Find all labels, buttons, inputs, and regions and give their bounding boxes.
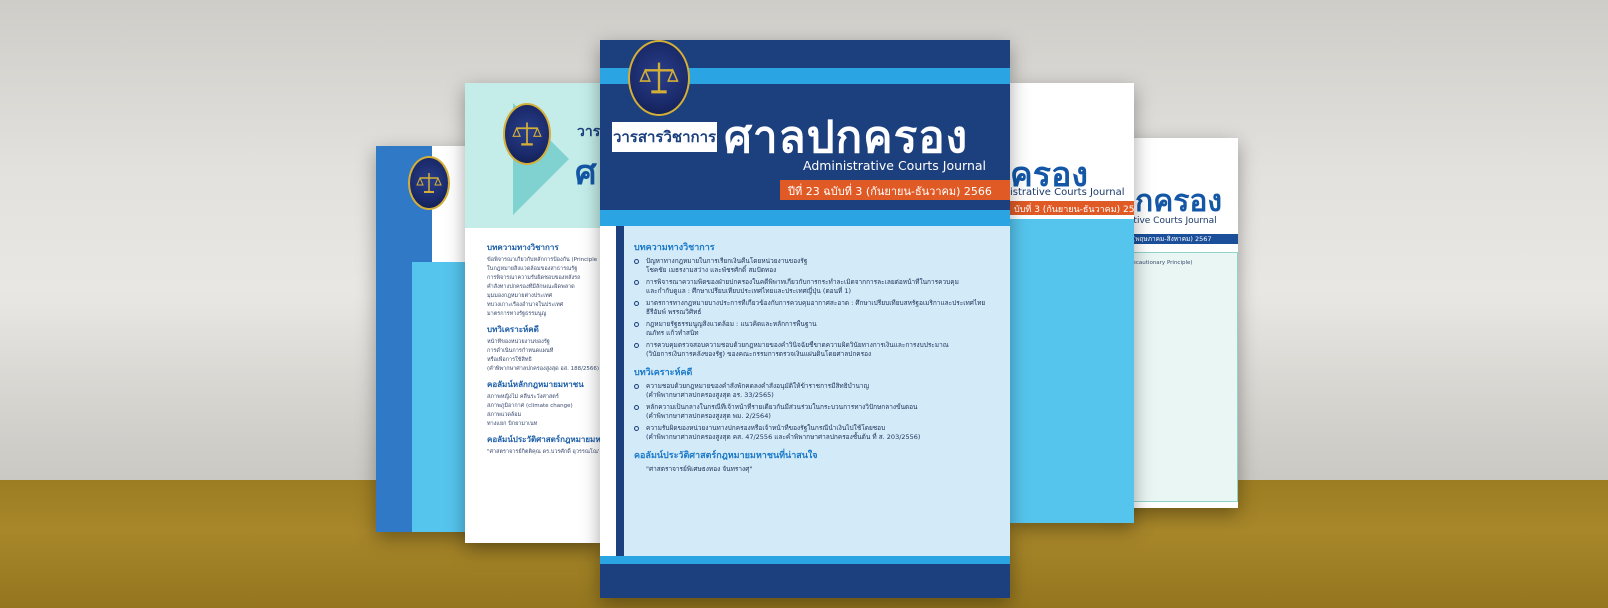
toc-line: หรือเพื่อการใช้สิทธิ bbox=[487, 357, 532, 363]
bullet-icon bbox=[634, 343, 639, 348]
toc-heading: บทวิเคราะห์คดี bbox=[487, 325, 539, 334]
journal-subtitle: Administrative Courts Journal bbox=[802, 158, 986, 173]
toc-item-title: การพิจารณาความพิดของฝ่ายปกครองในคดีพิพาท… bbox=[646, 278, 959, 286]
bullet-icon bbox=[634, 426, 639, 431]
toc-heading: คอลัมน์ประวัติศาสตร์กฎหมายมหาชนที่ bbox=[487, 435, 605, 444]
toc-heading: บทความทางวิชาการ bbox=[487, 243, 559, 252]
toc-item-author: (วินัยการเงินการคลังของรัฐ) ของคณะกรรมกา… bbox=[646, 350, 872, 358]
toc-item: "ศาสตราจารย์พิเศษธงทอง จันทรางศุ" bbox=[634, 465, 1004, 474]
toc-line: (คำพิพากษาศาลปกครองสูงสุด อส. 188/2566) bbox=[487, 366, 599, 372]
cover-toc: บทความทางวิชาการ ข้อพิจารณาเกี่ยวกับหลัก… bbox=[481, 233, 605, 533]
toc-item-title: "ศาสตราจารย์พิเศษธงทอง จันทรางศุ" bbox=[646, 465, 753, 473]
toc-item-title: การควบคุมตรวจสอบความชอบด้วยกฎหมายของคำวิ… bbox=[646, 341, 949, 349]
toc-line: ในกฎหมายสิ่งแวดล้อมของสาธารณรัฐ bbox=[487, 266, 578, 272]
toc-line: ทางแยก บิกยามาเนท bbox=[487, 421, 538, 427]
bullet-icon bbox=[634, 384, 639, 389]
scales-of-justice-seal-icon bbox=[503, 103, 551, 165]
toc-line: สภาพหญิงไม่ คลื่นระวังศาสตร์ bbox=[487, 394, 559, 400]
toc-line: ทบวงเกาะเรื่องอำนาจในประเทศ bbox=[487, 302, 564, 308]
scales-of-justice-seal-icon bbox=[408, 156, 450, 210]
toc-line: สภาพแวดล้อม bbox=[487, 412, 522, 418]
toc-line: มาตรการทางรัฐธรรมนูญ bbox=[487, 311, 547, 317]
cover-content-panel: (Precautionary Principle) bbox=[1118, 252, 1238, 502]
toc-section-heading: บทความทางวิชาการ bbox=[634, 243, 715, 253]
journal-cover-mid-right: ครอง istrative Courts Journal บับที่ 3 (… bbox=[1010, 83, 1134, 523]
cover-volume: บับที่ 3 (กันยายน-ธันวาคม) 2565 bbox=[1014, 205, 1134, 215]
journal-cover-mid-left: วาร ศ บทความทางวิชาการ ข้อพิจารณาเกี่ยวก… bbox=[465, 83, 605, 543]
toc-line: การพิจารณาความรับผิดชอบของหลังรถ bbox=[487, 275, 581, 281]
toc-line: มุมมองกฎหมายต่างประเทศ bbox=[487, 293, 553, 299]
toc-item: ความชอบด้วยกฎหมายของคำสั่งพักคดลงคำสั่งอ… bbox=[634, 382, 1004, 400]
toc-item: มาตรการทางกฎหมายบางประการที่เกี่ยวข้องกั… bbox=[634, 299, 1004, 317]
toc-item: ปัญหาทางกฎหมายในการเรียกเงินคืนโดยหน่วยง… bbox=[634, 257, 1004, 275]
toc-item-author: และกำกับดูแล : ศึกษาเปรียบเทียบประเทศไทย… bbox=[646, 287, 852, 295]
bullet-icon bbox=[634, 301, 639, 306]
toc-item-author: ณภัทร แก้วทำสนิท bbox=[646, 329, 699, 337]
journal-cover-main: วารสารวิชาการ ศาลปกครอง Administrative C… bbox=[600, 40, 1010, 598]
toc-panel: บทความทางวิชาการ ปัญหาทางกฎหมายในการเรีย… bbox=[616, 226, 1010, 556]
toc-line: หน้าที่ของหน่วยงานของรัฐ bbox=[487, 339, 550, 345]
bullet-icon bbox=[634, 280, 639, 285]
cover-label: วาร bbox=[577, 124, 601, 140]
bullet-icon bbox=[634, 322, 639, 327]
table-of-contents: บทความทางวิชาการ ปัญหาทางกฎหมายในการเรีย… bbox=[634, 234, 1004, 554]
cover-footer bbox=[600, 564, 1010, 598]
volume-text: ปีที่ 23 ฉบับที่ 3 (กันยายน-ธันวาคม) 256… bbox=[788, 185, 992, 198]
toc-item: กฎหมายรัฐธรรมนูญสิ่งแวดล้อม : แนวคิดและห… bbox=[634, 320, 1004, 338]
toc-line: "ศาสตราจารย์กิตติคุณ ดร.บวรศักดิ์ อุวรรณ… bbox=[487, 449, 599, 455]
toc-section-heading: คอลัมน์ประวัติศาสตร์กฎหมายมหาชนที่น่าสนใ… bbox=[634, 451, 818, 461]
toc-line: คำสั่งทางปกครองที่มีลักษณะผิดพลาด bbox=[487, 284, 575, 290]
toc-item: หลักความเป็นกลางในกรณีที่เจ้าหน้าที่รายเ… bbox=[634, 403, 1004, 421]
toc-section-heading: บทวิเคราะห์คดี bbox=[634, 368, 693, 378]
toc-item-author: โชคชัย เมธรงามสว่าง และพัชรศักดิ์ สมปัตท… bbox=[646, 266, 777, 274]
bullet-icon bbox=[634, 259, 639, 264]
cover-footer-stripe bbox=[600, 556, 1010, 564]
cover-stripe bbox=[600, 210, 1010, 226]
toc-line: ข้อพิจารณาเกี่ยวกับหลักการป้องกัน (Princ… bbox=[487, 257, 599, 263]
toc-item-author: (คำพิพากษาศาลปกครองสูงสุด อร. 33/2565) bbox=[646, 391, 774, 399]
cover-subtitle: istrative Courts Journal bbox=[1010, 187, 1125, 198]
cover-title: ศ bbox=[575, 153, 597, 193]
toc-line: การดำเนินการกำหนดแผนที่ bbox=[487, 348, 554, 354]
toc-item: ความรับผิดของหน่วยงานทางปกครองหรือเจ้าหน… bbox=[634, 424, 1004, 442]
scales-of-justice-seal-icon bbox=[628, 40, 690, 116]
toc-item-author: ธีรีอัมพ์ พรรณวิศิทธ์ bbox=[646, 308, 702, 316]
cover-content-panel bbox=[1010, 219, 1134, 523]
toc-item-author: (คำพิพากษาศาลปกครองสูงสุด คส. 47/2556 แล… bbox=[646, 433, 921, 441]
toc-item-title: มาตรการทางกฎหมายบางประการที่เกี่ยวข้องกั… bbox=[646, 299, 986, 307]
toc-item-author: (คำพิพากษาศาลปกครองสูงสุด พม. 2/2564) bbox=[646, 412, 771, 420]
volume-bar: ปีที่ 23 ฉบับที่ 3 (กันยายน-ธันวาคม) 256… bbox=[780, 180, 1010, 200]
toc-line: (Precautionary Principle) bbox=[1125, 260, 1193, 266]
cover-volume-bar: บับที่ 3 (กันยายน-ธันวาคม) 2565 bbox=[1010, 201, 1134, 215]
toc-line: สภาพภูมิอากาศ (climate change) bbox=[487, 403, 573, 409]
toc-item-title: กฎหมายรัฐธรรมนูญสิ่งแวดล้อม : แนวคิดและห… bbox=[646, 320, 817, 328]
toc-item-title: ความรับผิดของหน่วยงานทางปกครองหรือเจ้าหน… bbox=[646, 424, 886, 432]
journal-label-box: วารสารวิชาการ bbox=[612, 122, 717, 152]
toc-heading: คอลัมน์หลักกฎหมายมหาชน bbox=[487, 380, 584, 389]
journal-label: วารสารวิชาการ bbox=[612, 128, 717, 146]
toc-item: การพิจารณาความพิดของฝ่ายปกครองในคดีพิพาท… bbox=[634, 278, 1004, 296]
toc-item-title: ความชอบด้วยกฎหมายของคำสั่งพักคดลงคำสั่งอ… bbox=[646, 382, 870, 390]
toc-side-bar bbox=[616, 226, 624, 556]
toc-item: การควบคุมตรวจสอบความชอบด้วยกฎหมายของคำวิ… bbox=[634, 341, 1004, 359]
toc-item-title: หลักความเป็นกลางในกรณีที่เจ้าหน้าที่รายเ… bbox=[646, 403, 918, 411]
bullet-icon bbox=[634, 405, 639, 410]
toc-item-title: ปัญหาทางกฎหมายในการเรียกเงินคืนโดยหน่วยง… bbox=[646, 257, 808, 265]
